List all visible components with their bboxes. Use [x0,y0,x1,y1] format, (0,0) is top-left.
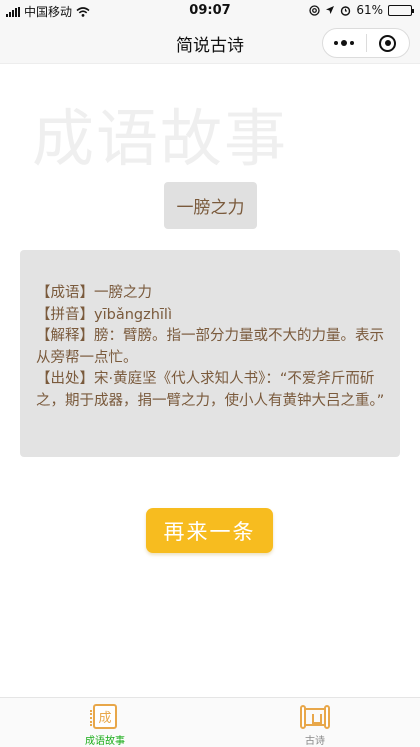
at-icon [309,4,320,16]
more-button[interactable] [323,29,366,57]
status-right: 61% [309,3,414,17]
tab-poems[interactable]: 古诗 [210,698,420,747]
location-arrow-icon [326,6,335,14]
status-bar: 中国移动 09:07 61% [0,0,420,22]
miniprogram-capsule [322,28,410,58]
battery-icon [388,4,414,16]
battery-percent: 61% [356,3,383,17]
watermark-title: 成语故事 [32,102,289,175]
source-line: 【出处】宋·黄庭坚《代人求知人书》：“不爱斧斤而斫之，期于成器，捐一臂之力，使小… [36,371,385,409]
tab-idiom-story[interactable]: 成 成语故事 [0,698,210,747]
more-dots-icon [334,40,355,46]
close-miniprogram-button[interactable] [367,29,410,57]
alarm-icon [341,5,351,16]
idiom-line: 【成语】一膀之力 [36,285,152,301]
tab-bar: 成 成语故事 古诗 [0,697,420,747]
nav-bar: 简说古诗 [0,22,420,64]
pinyin-line: 【拼音】yībǎngzhīlì [36,306,172,323]
next-idiom-button[interactable]: 再来一条 [146,508,273,553]
tab-label-idiom-story: 成语故事 [85,736,125,747]
target-close-icon [379,34,397,52]
story-card: 【成语】一膀之力 【拼音】yībǎngzhīlì 【解释】膀：臂膀。指一部分力量… [20,250,400,457]
idiom-title-badge: 一膀之力 [164,182,257,229]
scroll-icon [300,705,330,729]
meaning-line: 【解释】膀：臂膀。指一部分力量或不大的力量。表示从旁帮一点忙。 [36,328,384,366]
tab-label-poems: 古诗 [305,736,325,747]
idiom-book-icon: 成 [90,704,117,729]
